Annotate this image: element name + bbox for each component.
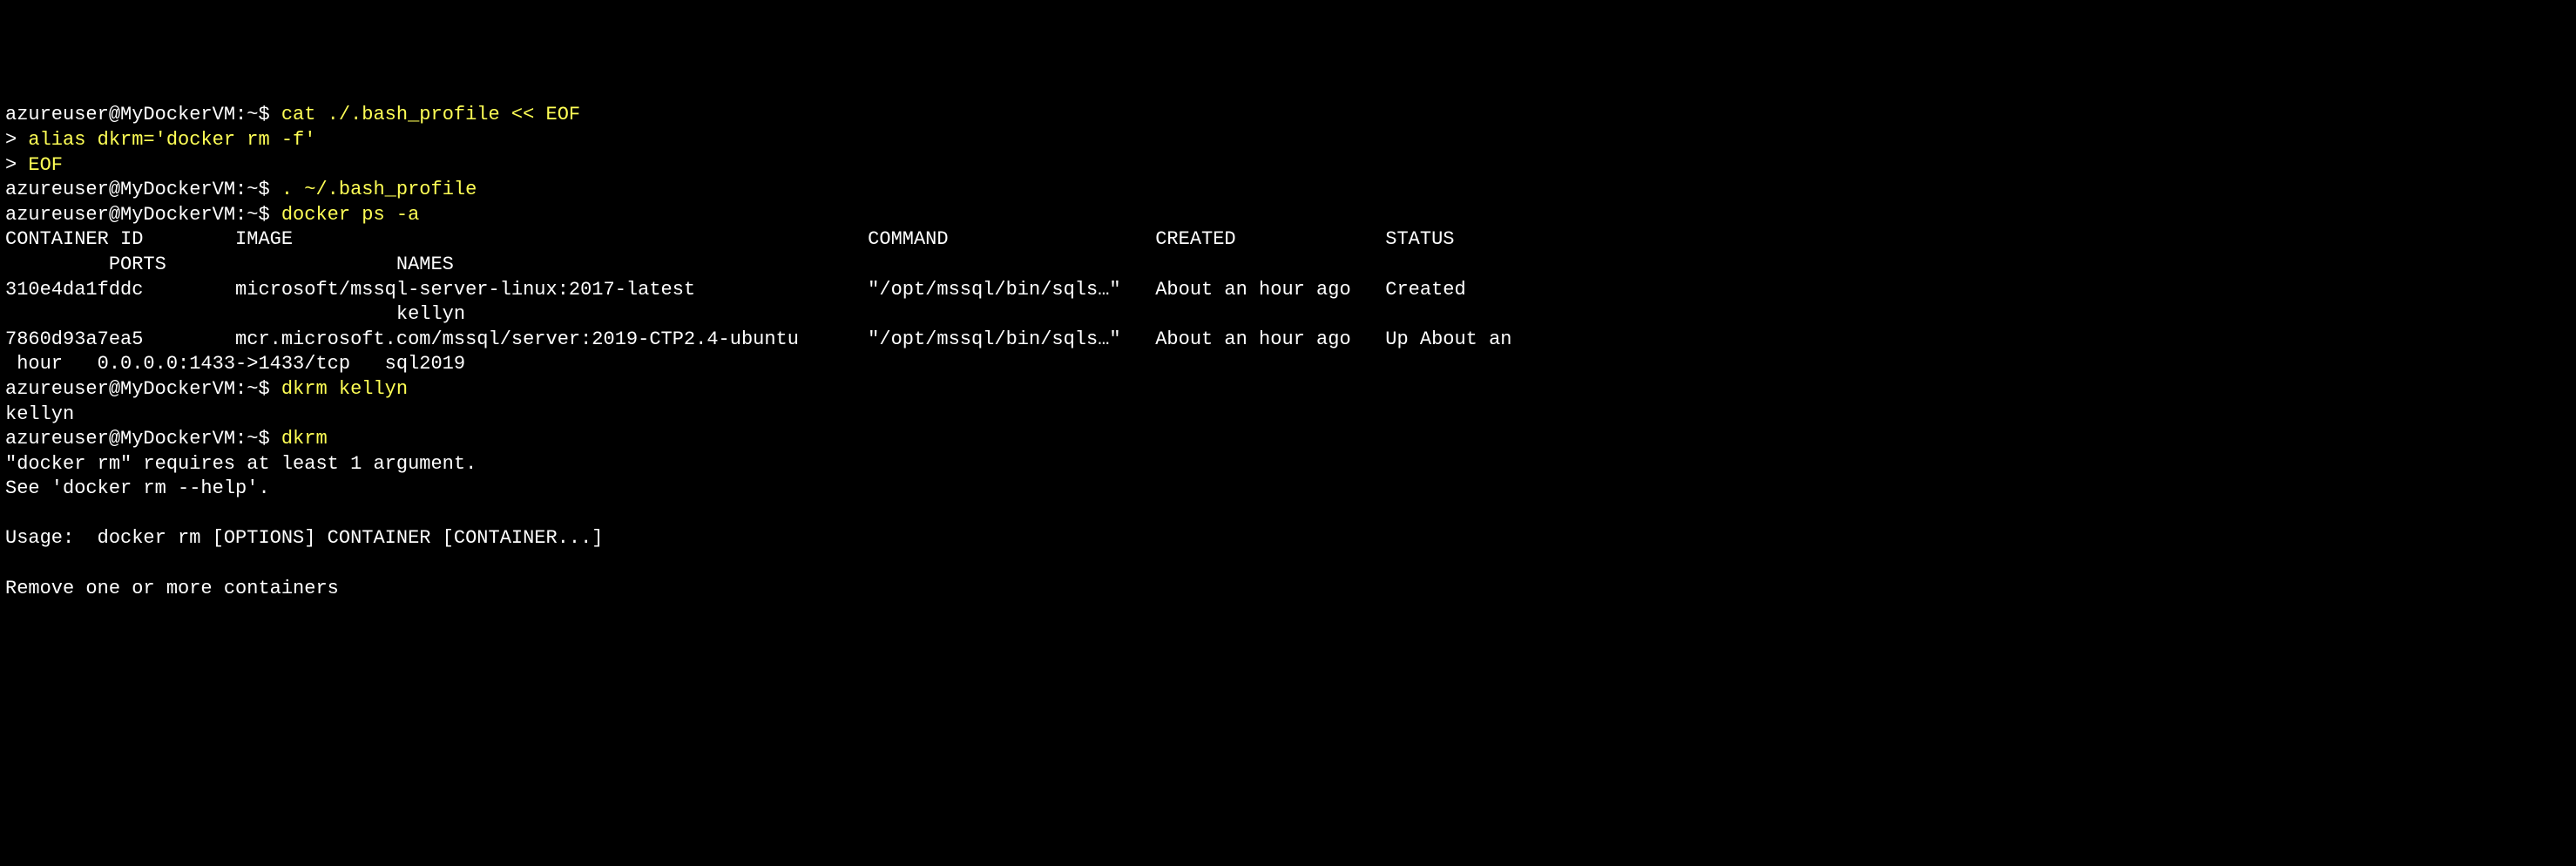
shell-command: cat ./.bash_profile << EOF [281,104,580,125]
terminal-line: kellyn [5,403,2571,428]
terminal-line: > alias dkrm='docker rm -f' [5,128,2571,153]
terminal-line: > EOF [5,153,2571,179]
terminal-line: azureuser@MyDockerVM:~$ . ~/.bash_profil… [5,178,2571,203]
terminal-line: "docker rm" requires at least 1 argument… [5,452,2571,477]
shell-prompt: azureuser@MyDockerVM:~$ [5,204,281,226]
terminal-line: kellyn [5,302,2571,328]
continuation-prompt: > [5,154,28,176]
terminal-line: Usage: docker rm [OPTIONS] CONTAINER [CO… [5,526,2571,551]
terminal-line: azureuser@MyDockerVM:~$ dkrm [5,427,2571,452]
terminal-line: Remove one or more containers [5,577,2571,602]
shell-prompt: azureuser@MyDockerVM:~$ [5,104,281,125]
terminal-line: CONTAINER ID IMAGE COMMAND CREATED STATU… [5,227,2571,253]
terminal-line: azureuser@MyDockerVM:~$ dkrm kellyn [5,377,2571,403]
terminal-line: 7860d93a7ea5 mcr.microsoft.com/mssql/ser… [5,328,2571,353]
terminal-line: azureuser@MyDockerVM:~$ docker ps -a [5,203,2571,228]
output-text [5,503,17,524]
shell-command: alias dkrm='docker rm -f' [28,129,315,151]
terminal-line [5,551,2571,577]
output-text: 310e4da1fddc microsoft/mssql-server-linu… [5,279,1466,301]
shell-command: EOF [28,154,63,176]
continuation-prompt: > [5,129,28,151]
output-text: kellyn [5,403,74,425]
terminal-line: PORTS NAMES [5,253,2571,278]
output-text: Remove one or more containers [5,578,339,599]
shell-prompt: azureuser@MyDockerVM:~$ [5,428,281,450]
shell-prompt: azureuser@MyDockerVM:~$ [5,179,281,200]
terminal-line: hour 0.0.0.0:1433->1433/tcp sql2019 [5,352,2571,377]
output-text: CONTAINER ID IMAGE COMMAND CREATED STATU… [5,228,1454,250]
shell-command: dkrm kellyn [281,378,408,400]
output-text: hour 0.0.0.0:1433->1433/tcp sql2019 [5,353,465,375]
output-text: See 'docker rm --help'. [5,477,270,499]
output-text: Usage: docker rm [OPTIONS] CONTAINER [CO… [5,527,604,549]
terminal-line: See 'docker rm --help'. [5,477,2571,502]
terminal-output[interactable]: azureuser@MyDockerVM:~$ cat ./.bash_prof… [5,103,2571,601]
output-text [5,552,17,574]
shell-prompt: azureuser@MyDockerVM:~$ [5,378,281,400]
output-text: kellyn [5,303,465,325]
terminal-line: 310e4da1fddc microsoft/mssql-server-linu… [5,278,2571,303]
output-text: "docker rm" requires at least 1 argument… [5,453,477,475]
terminal-line: azureuser@MyDockerVM:~$ cat ./.bash_prof… [5,103,2571,128]
shell-command: dkrm [281,428,328,450]
output-text: 7860d93a7ea5 mcr.microsoft.com/mssql/ser… [5,328,1511,350]
shell-command: docker ps -a [281,204,419,226]
terminal-line [5,502,2571,527]
shell-command: . ~/.bash_profile [281,179,477,200]
output-text: PORTS NAMES [5,254,454,275]
